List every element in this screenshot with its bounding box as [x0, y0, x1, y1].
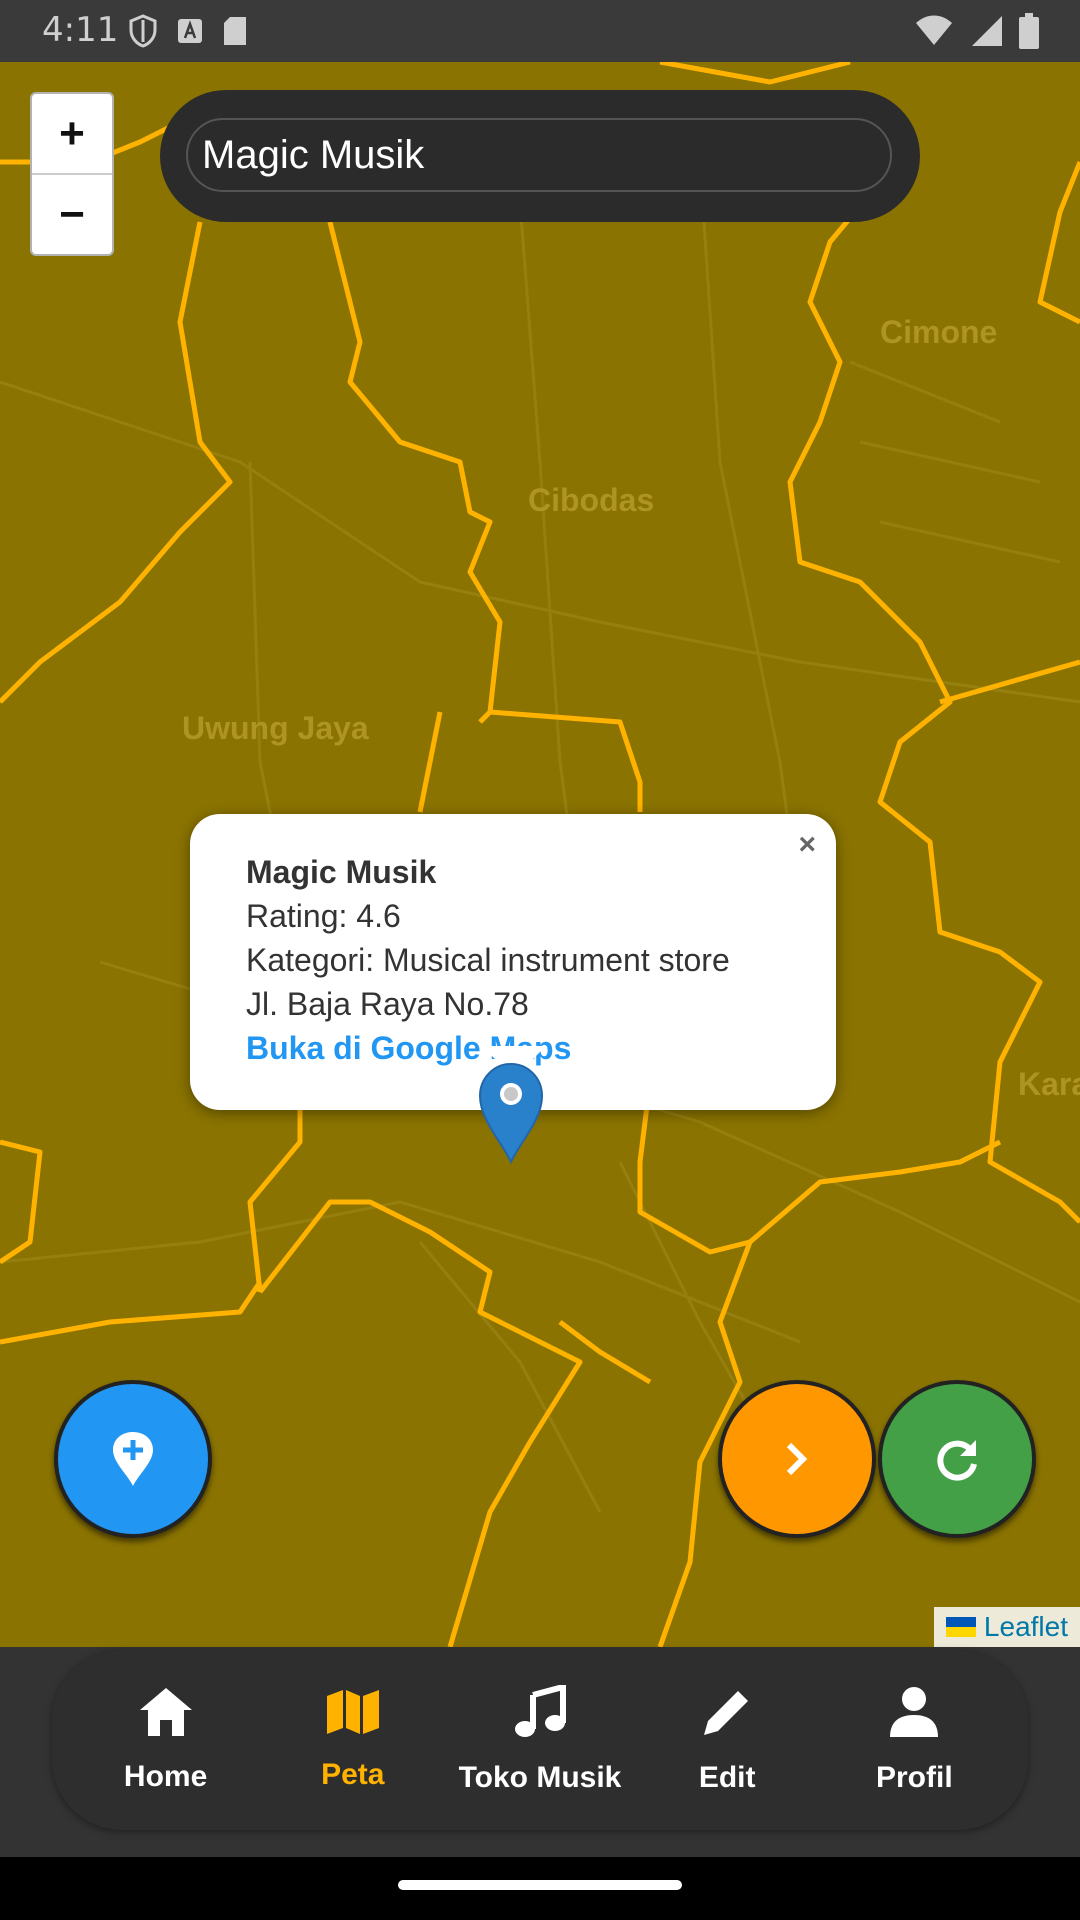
ukraine-flag-icon — [945, 1617, 976, 1637]
popup-close-button[interactable]: × — [798, 828, 816, 862]
place-label-cibodas: Cibodas — [528, 482, 655, 518]
leaflet-link[interactable]: Leaflet — [984, 1611, 1068, 1643]
zoom-out-button[interactable]: − — [32, 173, 112, 254]
popup-rating: Rating: 4.6 — [246, 898, 401, 934]
cell-signal-icon — [972, 16, 1002, 46]
pencil-icon — [704, 1691, 749, 1735]
nav-item-toko-musik[interactable]: Toko Musik — [455, 1685, 625, 1795]
home-gesture-bar[interactable] — [398, 1880, 682, 1890]
add-location-button[interactable] — [54, 1380, 212, 1538]
nav-item-home[interactable]: Home — [81, 1686, 251, 1794]
wifi-icon — [916, 15, 952, 45]
text-a-icon — [178, 19, 202, 43]
home-icon — [139, 1688, 192, 1736]
sd-card-icon — [224, 17, 246, 45]
refresh-icon — [937, 1440, 977, 1481]
status-bar: 4:11 — [0, 0, 1080, 62]
nav-item-edit[interactable]: Edit — [642, 1685, 812, 1795]
popup-title: Magic Musik — [246, 854, 437, 890]
music-note-icon — [514, 1685, 566, 1737]
popup-address: Jl. Baja Raya No.78 — [246, 986, 529, 1022]
popup-category: Kategori: Musical instrument store — [246, 942, 730, 978]
next-button[interactable] — [718, 1380, 876, 1538]
shield-icon — [129, 14, 157, 48]
chevron-right-icon — [786, 1442, 808, 1476]
search-bar — [160, 90, 920, 222]
map-view[interactable]: Cimone Cibodas Uwung Jaya Karav + − × Ma… — [0, 62, 1080, 1647]
nav-item-peta[interactable]: Peta — [268, 1688, 438, 1792]
zoom-in-button[interactable]: + — [32, 94, 112, 173]
place-label-cimone: Cimone — [880, 314, 998, 350]
map-marker-icon[interactable] — [478, 1062, 544, 1164]
place-label-uwung-jaya: Uwung Jaya — [182, 710, 369, 746]
person-icon — [890, 1687, 939, 1737]
bottom-nav: Home Peta Toko Musik Edit Profil — [52, 1650, 1028, 1830]
place-label-karav: Karav — [1018, 1066, 1080, 1102]
map-icon — [326, 1690, 379, 1734]
add-location-icon — [113, 1432, 153, 1486]
map-attribution: Leaflet — [933, 1607, 1080, 1647]
battery-icon — [1019, 13, 1039, 49]
refresh-button[interactable] — [878, 1380, 1036, 1538]
nav-item-profil[interactable]: Profil — [829, 1685, 999, 1795]
zoom-control: + − — [30, 92, 114, 256]
search-input[interactable] — [186, 118, 892, 192]
status-time: 4:11 — [42, 10, 119, 50]
